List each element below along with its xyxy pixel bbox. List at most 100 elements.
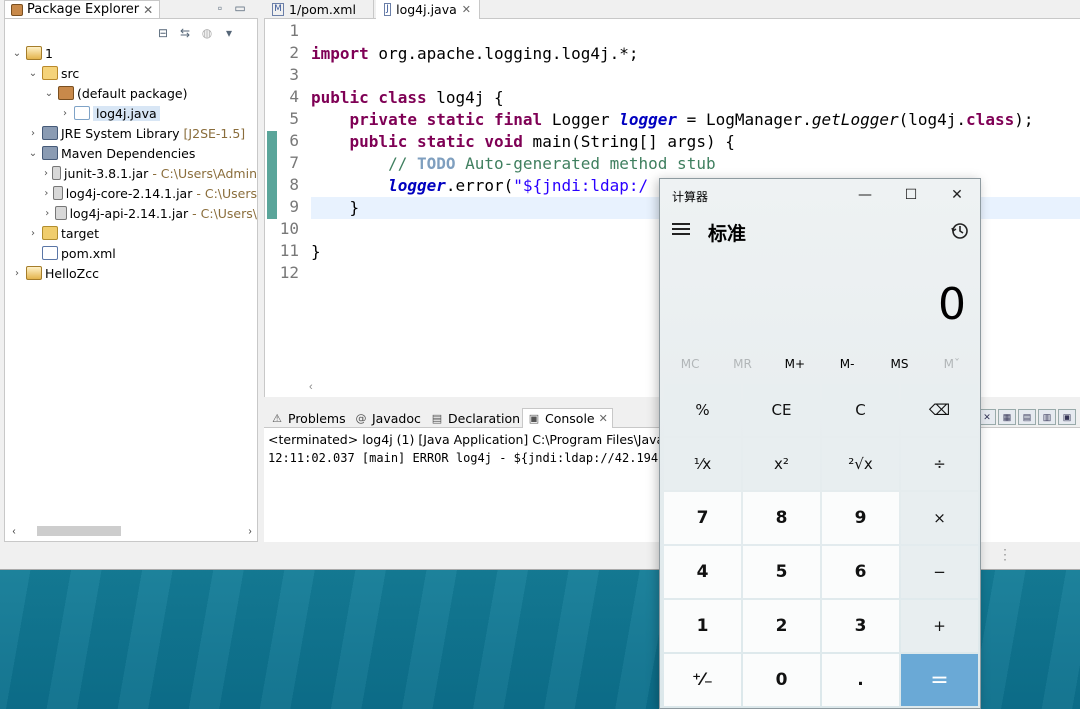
calc-key[interactable]: 6: [822, 546, 899, 598]
tree-item[interactable]: ⌄ Maven Dependencies: [5, 143, 257, 163]
calc-key[interactable]: ²√x: [822, 438, 899, 490]
tree-item[interactable]: › log4j.java: [5, 103, 257, 123]
calc-key[interactable]: −: [901, 546, 978, 598]
change-marker: [267, 131, 277, 219]
calc-key[interactable]: 9: [822, 492, 899, 544]
tab-console[interactable]: ▣ Console ✕: [522, 408, 613, 428]
calc-key[interactable]: 7: [664, 492, 741, 544]
chevron-down-icon[interactable]: ⌄: [43, 88, 55, 99]
window-title: 计算器: [672, 190, 709, 204]
tree-item-label: HelloZcc: [45, 265, 99, 281]
tree-item[interactable]: › HelloZcc: [5, 263, 257, 283]
scroll-lock-icon[interactable]: ▤: [1018, 409, 1036, 425]
line-number: 1: [289, 21, 299, 40]
terminated-status: <terminated> log4j (1) [Java Application…: [268, 432, 688, 447]
calc-key[interactable]: 8: [743, 492, 820, 544]
memory-button-1[interactable]: MR: [716, 357, 768, 371]
line-number: 6: [289, 131, 299, 150]
calc-key[interactable]: x²: [743, 438, 820, 490]
calc-key[interactable]: 0: [743, 654, 820, 706]
tab-problems[interactable]: ⚠ Problems: [266, 408, 350, 428]
calc-key[interactable]: ¹⁄x: [664, 438, 741, 490]
calc-key[interactable]: 2: [743, 600, 820, 652]
tab-log4j-java[interactable]: J log4j.java ✕: [376, 0, 480, 19]
close-icon[interactable]: ✕: [143, 3, 153, 17]
calc-key-label: 8: [775, 508, 788, 528]
chevron-right-icon[interactable]: ›: [43, 188, 50, 199]
calc-key[interactable]: ×: [901, 492, 978, 544]
tree-item[interactable]: pom.xml: [5, 243, 257, 263]
scroll-left-icon[interactable]: ‹: [309, 381, 313, 393]
keypad: % CE C ⌫ ¹⁄x x² ²√x ÷ 7 8 9 × 4 5 6 − 1 2 3 + ⁺⁄₋ 0. =: [664, 384, 978, 706]
calc-key[interactable]: 5: [743, 546, 820, 598]
chevron-right-icon[interactable]: ›: [59, 108, 71, 119]
chevron-down-icon[interactable]: ▾: [221, 25, 237, 41]
calc-key[interactable]: C: [822, 384, 899, 436]
maximize-button[interactable]: ☐: [888, 179, 934, 211]
tree-item[interactable]: › JRE System Library [J2SE-1.5]: [5, 123, 257, 143]
calc-key[interactable]: ÷: [901, 438, 978, 490]
pin-console-icon[interactable]: ▥: [1038, 409, 1056, 425]
memory-button-2[interactable]: M+: [769, 357, 821, 371]
package-explorer-panel: ⊟ ⇆ ◍ ▾ ⌄ 1 ⌄ src ⌄ (default package) › log4j.j…: [4, 18, 258, 542]
memory-button-4[interactable]: MS: [873, 357, 925, 371]
link-with-editor-icon[interactable]: ⇆: [177, 25, 193, 41]
tree-item[interactable]: ⌄ (default package): [5, 83, 257, 103]
line-number: 3: [289, 65, 299, 84]
tree-item[interactable]: › log4j-core-2.14.1.jar - C:\Users: [5, 183, 257, 203]
close-button[interactable]: ✕: [934, 179, 980, 211]
scroll-thumb[interactable]: [37, 526, 121, 536]
chevron-down-icon[interactable]: ⌄: [27, 68, 39, 79]
calc-key-label: CE: [771, 401, 792, 419]
memory-button-0[interactable]: MC: [664, 357, 716, 371]
view-menu-icon[interactable]: ▫: [212, 0, 228, 16]
focus-icon[interactable]: ◍: [199, 25, 215, 41]
scroll-left-icon[interactable]: ‹: [7, 526, 21, 537]
calc-key[interactable]: %: [664, 384, 741, 436]
calc-key[interactable]: 1: [664, 600, 741, 652]
chevron-down-icon[interactable]: ⌄: [11, 48, 23, 59]
close-icon[interactable]: ✕: [462, 3, 471, 16]
code-line-5: private static final Logger logger = Log…: [311, 110, 1034, 129]
open-console-icon[interactable]: ▣: [1058, 409, 1076, 425]
tree-item-label: src: [61, 65, 80, 81]
history-icon[interactable]: [950, 221, 970, 241]
tree-item[interactable]: › target: [5, 223, 257, 243]
tree-item[interactable]: › log4j-api-2.14.1.jar - C:\Users\: [5, 203, 257, 223]
line-number-gutter: 1 2 3 4 5 6 7 8 9 10 11 12: [265, 19, 309, 377]
tree-item[interactable]: › junit-3.8.1.jar - C:\Users\Admin: [5, 163, 257, 183]
scroll-right-icon[interactable]: ›: [243, 526, 257, 537]
calc-key[interactable]: =: [901, 654, 978, 706]
horizontal-scrollbar[interactable]: ‹ ›: [7, 523, 257, 539]
chevron-right-icon[interactable]: ›: [43, 168, 49, 179]
calc-key[interactable]: 3: [822, 600, 899, 652]
chevron-down-icon[interactable]: ⌄: [27, 148, 39, 159]
calc-key[interactable]: ⁺⁄₋: [664, 654, 741, 706]
calc-key[interactable]: CE: [743, 384, 820, 436]
chevron-right-icon[interactable]: ›: [11, 268, 23, 279]
minimize-button[interactable]: —: [842, 179, 888, 211]
line-number: 2: [289, 43, 299, 62]
calc-key[interactable]: .: [822, 654, 899, 706]
close-icon[interactable]: ✕: [599, 412, 608, 425]
calc-key[interactable]: 4: [664, 546, 741, 598]
collapse-all-icon[interactable]: ⊟: [155, 25, 171, 41]
tree-item-label: log4j-api-2.14.1.jar: [69, 205, 189, 221]
clear-console-icon[interactable]: ▦: [998, 409, 1016, 425]
tree-item[interactable]: ⌄ src: [5, 63, 257, 83]
minimize-view-icon[interactable]: ▭: [232, 0, 248, 16]
chevron-right-icon[interactable]: ›: [27, 228, 39, 239]
calc-key[interactable]: +: [901, 600, 978, 652]
tree-item[interactable]: ⌄ 1: [5, 43, 257, 63]
hamburger-menu-icon[interactable]: [672, 223, 690, 237]
tab-javadoc[interactable]: @ Javadoc: [350, 408, 425, 428]
line-number: 9: [289, 197, 299, 216]
tab-package-explorer[interactable]: Package Explorer ✕: [4, 0, 161, 18]
chevron-right-icon[interactable]: ›: [27, 128, 39, 139]
tab-declaration[interactable]: ▤ Declaration: [426, 408, 524, 428]
calc-key[interactable]: ⌫: [901, 384, 978, 436]
chevron-right-icon[interactable]: ›: [43, 208, 52, 219]
tab-pom-xml[interactable]: M 1/pom.xml: [264, 0, 374, 19]
memory-button-5[interactable]: Mˇ: [926, 357, 978, 371]
memory-button-3[interactable]: M-: [821, 357, 873, 371]
